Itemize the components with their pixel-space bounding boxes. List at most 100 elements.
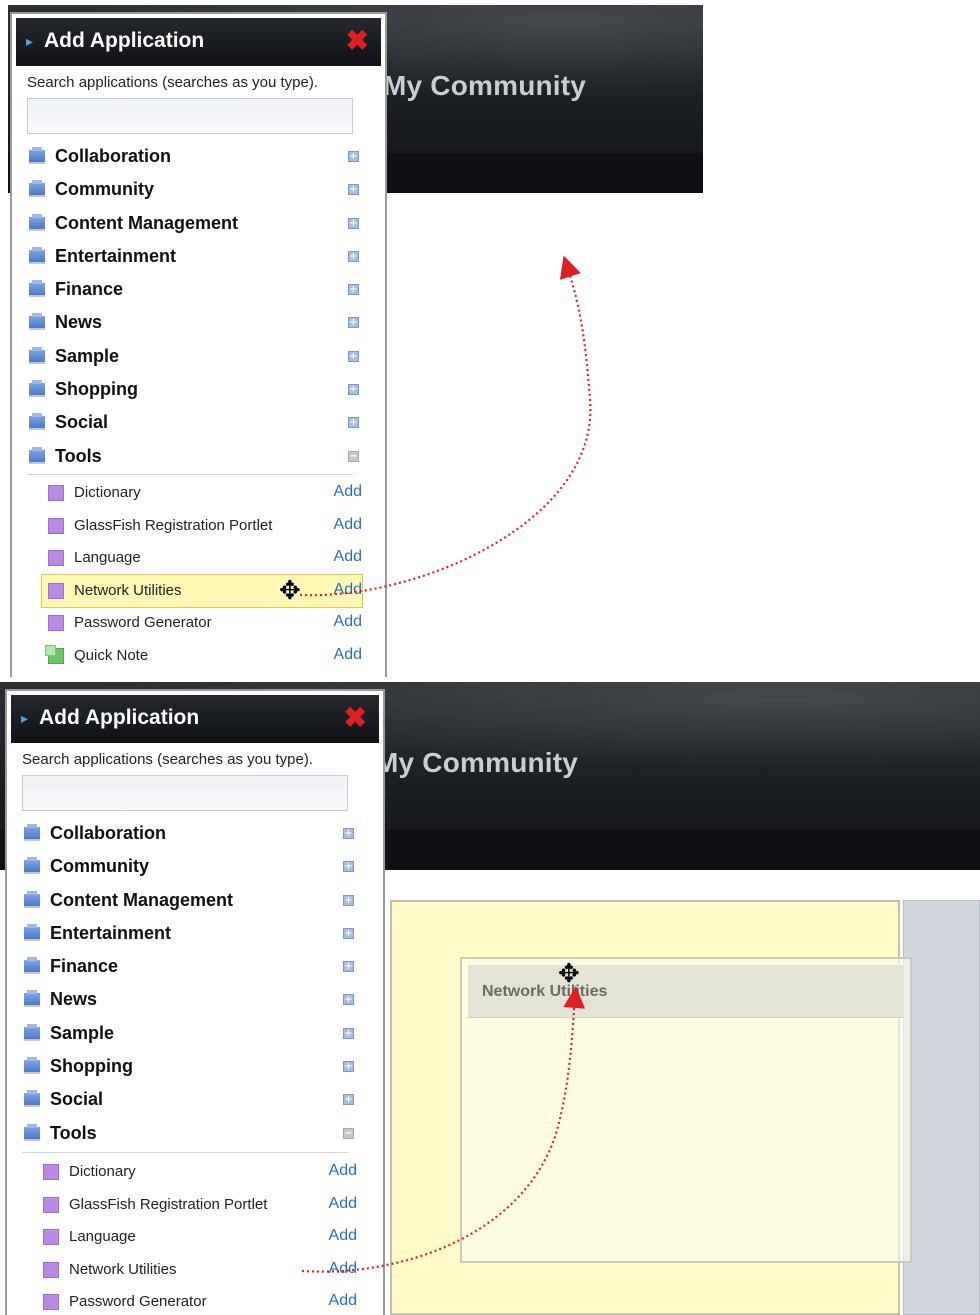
expand-icon[interactable]: + xyxy=(348,417,359,429)
category-row[interactable]: Entertainment + xyxy=(22,919,362,952)
add-link[interactable]: Add xyxy=(329,1292,357,1310)
expand-icon[interactable]: + xyxy=(348,284,359,296)
expand-icon[interactable]: + xyxy=(343,861,354,873)
close-icon[interactable]: ✖ xyxy=(346,24,369,57)
close-icon[interactable]: ✖ xyxy=(344,701,367,734)
category-row[interactable]: Finance + xyxy=(27,275,367,308)
category-row[interactable]: Sample + xyxy=(22,1019,362,1052)
category-label: Community xyxy=(55,179,154,200)
panel-title: Add Application xyxy=(44,29,205,52)
category-row[interactable]: News + xyxy=(22,985,362,1018)
screenshot-after-drag: My Community Network Utilities ▸ Add App… xyxy=(0,677,980,1315)
category-row[interactable]: Collaboration + xyxy=(27,142,367,175)
app-name: Quick Note xyxy=(74,646,149,664)
app-name: GlassFish Registration Portlet xyxy=(74,516,273,534)
app-row[interactable]: GlassFish Registration Portlet Add xyxy=(42,510,362,543)
search-input[interactable] xyxy=(27,98,353,134)
add-link[interactable]: Add xyxy=(329,1227,357,1245)
add-link[interactable]: Add xyxy=(334,483,362,501)
expand-icon[interactable]: + xyxy=(348,350,359,362)
search-input[interactable] xyxy=(22,775,348,811)
collapse-icon[interactable]: − xyxy=(348,450,359,462)
add-link[interactable]: Add xyxy=(329,1260,357,1278)
app-row[interactable]: Password Generator Add xyxy=(37,1286,357,1315)
category-row[interactable]: Shopping + xyxy=(22,1052,362,1085)
expand-icon[interactable]: + xyxy=(343,961,354,973)
app-row[interactable]: Dictionary Add xyxy=(42,477,362,510)
app-row[interactable]: Dictionary Add xyxy=(37,1156,357,1189)
add-link[interactable]: Add xyxy=(334,646,362,664)
expand-icon[interactable]: + xyxy=(343,1094,354,1106)
expand-icon[interactable]: + xyxy=(343,1061,354,1073)
app-row[interactable]: Network Utilities Add xyxy=(37,1254,357,1287)
right-column[interactable] xyxy=(903,900,980,1315)
category-row[interactable]: Content Management + xyxy=(27,209,367,242)
green-note-icon xyxy=(45,644,64,664)
purple-square-icon xyxy=(48,485,64,501)
app-row[interactable]: Language Add xyxy=(42,542,362,575)
category-list: Collaboration + Community + Content Manageme… xyxy=(27,142,367,475)
app-row[interactable]: Network Utilities Add xyxy=(41,573,363,609)
category-row[interactable]: Shopping + xyxy=(27,375,367,408)
folder-icon xyxy=(24,957,40,975)
category-row[interactable]: Tools − xyxy=(22,1119,362,1152)
expand-icon[interactable]: + xyxy=(343,994,354,1006)
folder-icon xyxy=(24,824,40,841)
expand-icon[interactable]: + xyxy=(348,250,359,262)
add-link[interactable]: Add xyxy=(334,613,362,631)
add-link[interactable]: Add xyxy=(329,1195,357,1213)
category-label: Entertainment xyxy=(55,245,177,266)
folder-icon xyxy=(29,180,45,198)
category-label: News xyxy=(50,989,98,1010)
folder-icon xyxy=(29,280,45,298)
category-row[interactable]: Community + xyxy=(27,175,367,208)
add-link[interactable]: Add xyxy=(334,581,362,599)
expand-icon[interactable]: + xyxy=(348,317,359,329)
purple-square-icon xyxy=(43,1261,59,1278)
expand-icon[interactable]: + xyxy=(348,384,359,396)
category-row[interactable]: Entertainment + xyxy=(27,242,367,275)
category-label: Social xyxy=(50,1089,104,1110)
expand-icon[interactable]: + xyxy=(348,151,359,162)
category-label: Tools xyxy=(50,1122,97,1143)
category-row[interactable]: Social + xyxy=(22,1085,362,1118)
collapse-caret-icon[interactable]: ▸ xyxy=(21,711,28,727)
expand-icon[interactable]: + xyxy=(348,184,359,196)
category-label: Shopping xyxy=(50,1056,133,1077)
add-link[interactable]: Add xyxy=(334,548,362,566)
collapse-caret-icon[interactable]: ▸ xyxy=(26,34,33,50)
category-label: Finance xyxy=(55,279,124,300)
dragged-portlet-ghost[interactable]: Network Utilities xyxy=(460,957,912,1263)
folder-icon xyxy=(24,1123,40,1141)
app-row[interactable]: Password Generator Add xyxy=(42,607,362,640)
expand-icon[interactable]: + xyxy=(343,927,354,939)
category-row[interactable]: Content Management + xyxy=(22,886,362,919)
expand-icon[interactable]: + xyxy=(343,1027,354,1039)
panel-header: ▸ Add Application ✖ xyxy=(11,695,379,743)
app-row[interactable]: Language Add xyxy=(37,1221,357,1254)
app-name: Language xyxy=(69,1228,136,1246)
category-row[interactable]: Community + xyxy=(22,852,362,885)
app-row[interactable]: GlassFish Registration Portlet Add xyxy=(37,1189,357,1222)
category-row[interactable]: Finance + xyxy=(22,952,362,985)
folder-icon xyxy=(24,1090,40,1108)
move-cursor-icon: ✥ xyxy=(279,576,301,606)
expand-icon[interactable]: + xyxy=(343,894,354,906)
category-label: Finance xyxy=(50,956,119,977)
category-row[interactable]: Collaboration + xyxy=(22,819,362,852)
expand-icon[interactable]: + xyxy=(348,217,359,229)
collapse-icon[interactable]: − xyxy=(343,1127,354,1139)
app-name: GlassFish Registration Portlet xyxy=(69,1195,268,1213)
category-row[interactable]: Social + xyxy=(27,408,367,441)
category-row[interactable]: Tools − xyxy=(27,442,367,475)
category-row[interactable]: News + xyxy=(27,308,367,341)
screenshot-before-drag: My Community ▸ Add Application ✖ Search … xyxy=(0,0,980,677)
add-link[interactable]: Add xyxy=(329,1162,357,1180)
app-name: Network Utilities xyxy=(74,581,182,599)
purple-square-icon xyxy=(43,1196,59,1213)
category-label: Sample xyxy=(50,1022,115,1043)
add-link[interactable]: Add xyxy=(334,516,362,534)
expand-icon[interactable]: + xyxy=(343,828,354,839)
category-row[interactable]: Sample + xyxy=(27,342,367,375)
app-row[interactable]: Quick Note Add xyxy=(42,640,362,673)
